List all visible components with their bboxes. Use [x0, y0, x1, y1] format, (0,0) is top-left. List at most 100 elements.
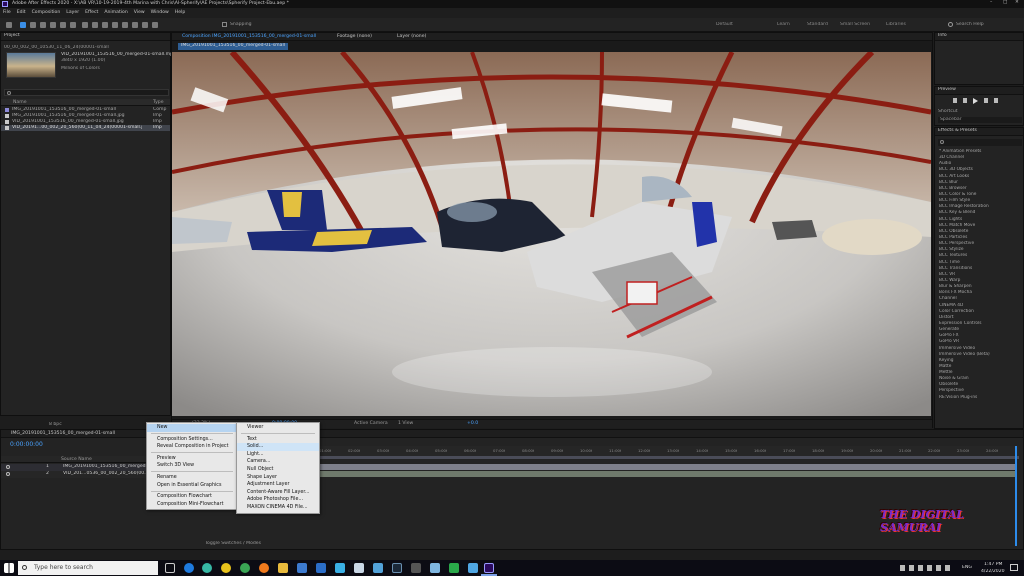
minimize-button[interactable]: – — [990, 0, 992, 6]
workspace-standard[interactable]: Standard — [807, 22, 828, 28]
eraser-tool-icon[interactable] — [132, 22, 138, 28]
project-item[interactable]: VID_20191...00_002_20_560(00_11_04_24(00… — [1, 125, 170, 131]
layer-1-duration-bar[interactable] — [319, 464, 1015, 470]
app-4-icon[interactable] — [430, 563, 440, 573]
eye-icon[interactable] — [6, 472, 10, 476]
menu-help[interactable]: Help — [175, 10, 185, 16]
active-camera[interactable]: Active Camera — [354, 421, 388, 427]
app-2-icon[interactable] — [373, 563, 383, 573]
view-layout[interactable]: 1 View — [398, 421, 413, 427]
submenu-item[interactable]: Adobe Photoshop File... — [237, 496, 319, 504]
maximize-button[interactable]: □ — [1003, 0, 1007, 6]
play-icon[interactable] — [973, 98, 978, 104]
notepad-icon[interactable] — [354, 563, 364, 573]
tray-time[interactable]: 1:47 PM — [984, 562, 1003, 568]
app-3-icon[interactable] — [411, 563, 421, 573]
notification-icon[interactable] — [1010, 564, 1018, 571]
submenu-item[interactable]: Adjustment Layer — [237, 481, 319, 489]
app-icon[interactable] — [335, 563, 345, 573]
tray-language[interactable]: ENG — [962, 565, 972, 571]
col-name[interactable]: Name — [13, 100, 27, 105]
info-tab[interactable]: Info — [935, 33, 1023, 41]
workspace-small-screen[interactable]: Small Screen — [840, 22, 870, 28]
chrome-2-icon[interactable] — [240, 563, 250, 573]
task-view-icon[interactable] — [165, 563, 175, 573]
close-button[interactable]: ✕ — [1015, 0, 1019, 6]
app-5-icon[interactable] — [449, 563, 459, 573]
tab-footage[interactable]: Footage (none) — [337, 34, 372, 40]
selection-tool-icon[interactable] — [20, 22, 26, 28]
type-tool-icon[interactable] — [102, 22, 108, 28]
camera-tool-icon[interactable] — [60, 22, 66, 28]
mail-icon[interactable] — [316, 563, 326, 573]
file-explorer-icon[interactable] — [278, 563, 288, 573]
submenu-item[interactable]: Shape Layer — [237, 474, 319, 482]
clone-tool-icon[interactable] — [122, 22, 128, 28]
brush-tool-icon[interactable] — [112, 22, 118, 28]
pan-behind-tool-icon[interactable] — [70, 22, 76, 28]
timeline-timecode[interactable]: 0:00:00:00 — [10, 441, 43, 448]
submenu-item[interactable]: Null Object — [237, 466, 319, 474]
layer-2-duration-bar[interactable] — [319, 471, 1015, 477]
context-menu-item[interactable]: Reveal Composition in Project — [147, 443, 237, 451]
menu-animation[interactable]: Animation — [104, 10, 127, 16]
shortcut-dropdown[interactable]: Spacebar — [938, 117, 1022, 123]
bpc-label[interactable]: 8 bpc — [49, 422, 62, 428]
submenu-item[interactable]: Viewer — [237, 424, 319, 432]
submenu-item[interactable]: Content-Aware Fill Layer... — [237, 489, 319, 497]
menu-file[interactable]: File — [3, 10, 11, 16]
steam-icon[interactable] — [392, 563, 402, 573]
tray-date[interactable]: 4/22/2020 — [981, 569, 1005, 575]
first-frame-icon[interactable] — [953, 98, 957, 103]
time-ruler[interactable]: 01:00f 02:00f 03:00f 04:00f 05:00f 06:00f 07:0… — [319, 446, 1019, 456]
next-frame-icon[interactable] — [984, 98, 988, 103]
col-type[interactable]: Type — [153, 100, 164, 105]
work-area-bar[interactable] — [319, 456, 1019, 459]
workspace-learn[interactable]: Learn — [777, 22, 790, 28]
eye-icon[interactable] — [6, 465, 10, 469]
exposure-offset[interactable]: +0.0 — [467, 421, 478, 427]
menu-composition[interactable]: Composition — [32, 10, 61, 16]
toggle-switches-modes[interactable]: Toggle Switches / Modes — [205, 541, 261, 547]
search-help-input[interactable]: Search Help — [956, 22, 1016, 28]
project-tab[interactable]: Project — [1, 33, 170, 41]
col-source-name[interactable]: Source Name — [61, 457, 92, 462]
prev-frame-icon[interactable] — [963, 98, 967, 103]
composition-viewer[interactable] — [172, 52, 931, 416]
context-menu-item[interactable]: Preview — [147, 455, 237, 463]
taskbar-search-box[interactable]: Type here to search — [18, 561, 158, 575]
context-menu-item[interactable]: Composition Settings... — [147, 436, 237, 444]
snapping-checkbox[interactable] — [222, 22, 227, 27]
submenu-item[interactable]: MAXON CINEMA 4D File... — [237, 504, 319, 512]
last-frame-icon[interactable] — [994, 98, 998, 103]
firefox-icon[interactable] — [259, 563, 269, 573]
submenu-item[interactable]: Text — [237, 436, 319, 444]
app-6-icon[interactable] — [468, 563, 478, 573]
roto-brush-icon[interactable] — [142, 22, 148, 28]
context-menu-item[interactable]: New — [147, 424, 237, 432]
pen-tool-icon[interactable] — [92, 22, 98, 28]
context-menu-item[interactable]: Switch 3D View — [147, 462, 237, 470]
rectangle-tool-icon[interactable] — [82, 22, 88, 28]
preview-tab[interactable]: Preview — [935, 87, 1023, 95]
hand-tool-icon[interactable] — [30, 22, 36, 28]
workspace-libraries[interactable]: Libraries — [886, 22, 906, 28]
context-menu-item[interactable]: Open in Essential Graphics — [147, 482, 237, 490]
effect-category[interactable]: RE:Vision Plug-ins — [935, 395, 1023, 401]
submenu-item[interactable]: Camera... — [237, 458, 319, 466]
edge-icon[interactable] — [184, 563, 194, 573]
context-menu-item[interactable]: Rename — [147, 474, 237, 482]
chrome-icon[interactable] — [221, 563, 231, 573]
menu-view[interactable]: View — [134, 10, 145, 16]
edge-new-icon[interactable] — [202, 563, 212, 573]
playhead[interactable] — [1015, 446, 1017, 546]
workspace-default[interactable]: Default — [716, 22, 733, 28]
store-icon[interactable] — [297, 563, 307, 573]
effects-search-input[interactable] — [938, 139, 1022, 146]
effects-tab[interactable]: Effects & Presets — [935, 128, 1023, 136]
menu-edit[interactable]: Edit — [17, 10, 26, 16]
comp-subtab[interactable]: IMG_20191001_153516_00_merged-01-small — [178, 43, 288, 50]
menu-effect[interactable]: Effect — [85, 10, 98, 16]
project-search-input[interactable] — [4, 89, 169, 96]
submenu-item[interactable]: Solid... — [237, 443, 319, 451]
